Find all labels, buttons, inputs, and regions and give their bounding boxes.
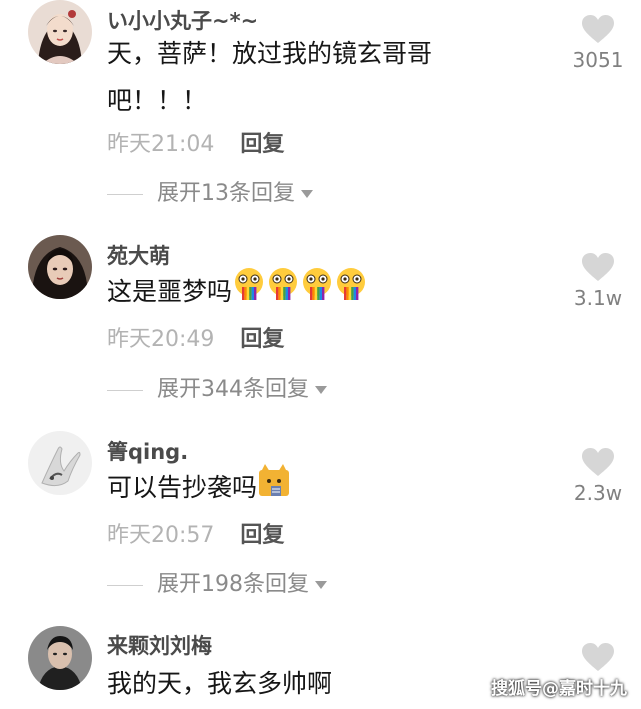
reply-button[interactable]: 回复 <box>240 132 284 157</box>
triangle-down-icon <box>315 581 327 589</box>
divider-dash <box>107 389 143 391</box>
comment-text: 我的天，我玄多帅啊 <box>107 669 333 698</box>
reply-button[interactable]: 回复 <box>240 327 284 352</box>
watermark: 搜狐号@嘉时十九 <box>491 679 627 699</box>
comment-meta: 昨天20:57 回复 <box>107 517 284 549</box>
like-button[interactable] <box>560 642 636 672</box>
timestamp: 昨天20:57 <box>107 523 215 548</box>
username[interactable]: 来颗刘刘梅 <box>107 630 212 660</box>
like-button[interactable]: 3.1w <box>560 252 636 310</box>
username[interactable]: 箐qing. <box>107 436 188 466</box>
vomit-rainbow-emoji <box>232 267 266 316</box>
avatar-image <box>28 0 92 64</box>
timestamp: 昨天20:49 <box>107 327 215 352</box>
avatar[interactable] <box>28 626 92 690</box>
reply-button[interactable]: 回复 <box>240 523 284 548</box>
expand-replies-label: 展开344条回复 <box>157 377 309 402</box>
triangle-down-icon <box>301 190 313 198</box>
expand-replies-button[interactable]: 展开198条回复 <box>107 566 327 598</box>
triangle-down-icon <box>315 386 327 394</box>
like-count: 3051 <box>572 48 624 72</box>
timestamp: 昨天21:04 <box>107 132 215 157</box>
avatar-image <box>28 626 92 690</box>
heart-icon <box>582 15 614 43</box>
comment-text: 可以告抄袭吗 <box>107 463 497 511</box>
divider-dash <box>107 193 143 195</box>
divider-dash <box>107 584 143 586</box>
vomit-rainbow-emoji <box>266 267 300 316</box>
comment-text: 天，菩萨！放过我的镜玄哥哥吧！！！ <box>107 39 433 115</box>
heart-icon <box>582 253 614 281</box>
avatar-image <box>28 431 92 495</box>
expand-replies-label: 展开198条回复 <box>157 572 309 597</box>
comment-text-content: 这是噩梦吗 <box>107 277 233 306</box>
expand-replies-label: 展开13条回复 <box>157 181 295 206</box>
avatar-image <box>28 235 92 299</box>
avatar[interactable] <box>28 235 92 299</box>
heart-icon <box>582 643 614 671</box>
emoji-group <box>232 267 368 306</box>
expand-replies-button[interactable]: 展开344条回复 <box>107 371 327 403</box>
like-button[interactable]: 2.3w <box>560 447 636 505</box>
username[interactable]: 苑大萌 <box>107 240 170 270</box>
comment-text-content: 可以告抄袭吗 <box>107 473 258 502</box>
avatar[interactable] <box>28 431 92 495</box>
heart-icon <box>582 448 614 476</box>
avatar[interactable] <box>28 0 92 64</box>
comment-meta: 昨天20:49 回复 <box>107 321 284 353</box>
cat-emoji <box>257 463 291 511</box>
like-button[interactable]: 3051 <box>560 14 636 72</box>
like-count: 2.3w <box>573 481 623 505</box>
expand-replies-button[interactable]: 展开13条回复 <box>107 175 313 207</box>
comment-text: 这是噩梦吗 <box>107 267 527 316</box>
like-count: 3.1w <box>573 286 623 310</box>
comment-meta: 昨天21:04 回复 <box>107 126 284 158</box>
vomit-rainbow-emoji <box>334 267 368 316</box>
vomit-rainbow-emoji <box>300 267 334 316</box>
